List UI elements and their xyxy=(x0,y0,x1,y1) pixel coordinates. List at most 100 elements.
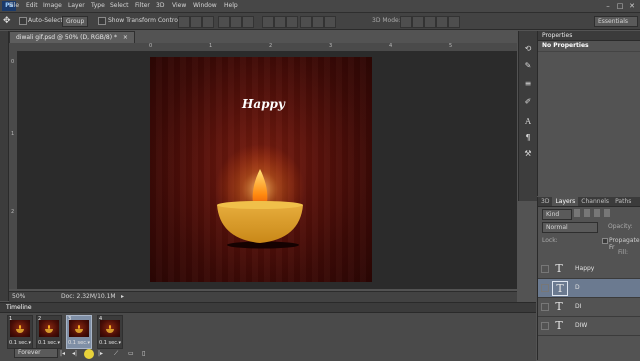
align-left-icon[interactable] xyxy=(218,16,230,28)
distribute-right-icon[interactable] xyxy=(324,16,336,28)
menu-type[interactable]: Type xyxy=(91,0,105,12)
align-bottom-icon[interactable] xyxy=(202,16,214,28)
duplicate-frame-icon[interactable]: ▭ xyxy=(128,350,134,358)
filter-shape-icon[interactable] xyxy=(604,209,610,217)
kind-filter-dropdown[interactable]: Kind xyxy=(542,209,572,220)
workspace-dropdown[interactable]: Essentials xyxy=(594,16,638,27)
menu-window[interactable]: Window xyxy=(193,0,217,12)
filter-pixel-icon[interactable] xyxy=(574,209,580,217)
maximize-icon[interactable]: □ xyxy=(614,0,626,12)
visibility-toggle-icon[interactable] xyxy=(541,303,549,311)
auto-select-dropdown[interactable]: Group xyxy=(62,16,89,27)
filter-adjust-icon[interactable] xyxy=(584,209,590,217)
auto-select-checkbox[interactable] xyxy=(19,17,27,25)
document-tab[interactable]: diwali gif.psd @ 50% (D, RGB/8) * × xyxy=(9,31,135,43)
ruler-tick-label: 0 xyxy=(149,43,153,49)
menu-3d[interactable]: 3D xyxy=(156,0,164,12)
lock-label: Lock: xyxy=(542,237,558,244)
animation-frame[interactable]: 2 0.1 sec.▾ xyxy=(36,315,62,349)
play-icon[interactable] xyxy=(84,349,94,359)
distribute-bottom-icon[interactable] xyxy=(286,16,298,28)
tab-paths[interactable]: Paths xyxy=(612,197,634,206)
3d-pan-icon[interactable] xyxy=(424,16,436,28)
distribute-left-icon[interactable] xyxy=(300,16,312,28)
ruler-tick-label: 5 xyxy=(449,43,453,49)
layer-row[interactable]: T Happy xyxy=(538,260,640,279)
minimize-icon[interactable]: – xyxy=(602,0,614,12)
status-menu-icon[interactable]: ▸ xyxy=(121,292,124,302)
layer-row[interactable]: T DI xyxy=(538,298,640,317)
menu-select[interactable]: Select xyxy=(110,0,129,12)
character-icon[interactable]: A xyxy=(522,117,534,127)
close-icon[interactable]: ✕ xyxy=(626,0,638,12)
document-canvas[interactable]: Happy xyxy=(150,57,372,282)
diya-rim xyxy=(217,201,303,209)
frame-delay-dropdown[interactable]: 0.1 sec.▾ xyxy=(68,340,90,346)
layer-name: DI xyxy=(575,303,582,310)
animation-frame[interactable]: 1 0.1 sec.▾ xyxy=(7,315,33,349)
tools-panel xyxy=(0,31,9,301)
menu-layer[interactable]: Layer xyxy=(68,0,85,12)
clone-icon[interactable]: ✐ xyxy=(522,97,534,107)
doc-info: Doc: 2.32M/10.1M xyxy=(61,293,116,300)
align-center-icon[interactable] xyxy=(230,16,242,28)
frame-thumbnail xyxy=(39,320,59,337)
menu-help[interactable]: Help xyxy=(224,0,238,12)
distribute-middle-icon[interactable] xyxy=(274,16,286,28)
distribute-top-icon[interactable] xyxy=(262,16,274,28)
frame-delay-dropdown[interactable]: 0.1 sec.▾ xyxy=(99,340,121,346)
tween-icon[interactable]: ⟋ xyxy=(114,350,118,358)
adjust-icon[interactable]: ≡ xyxy=(522,79,534,89)
tool-presets-icon[interactable]: ⚒ xyxy=(522,149,534,159)
menu-bar: Ps File Edit Image Layer Type Select Fil… xyxy=(0,0,640,13)
3d-scale-icon[interactable] xyxy=(448,16,460,28)
align-middle-icon[interactable] xyxy=(190,16,202,28)
frame-delay-dropdown[interactable]: 0.1 sec.▾ xyxy=(9,340,31,346)
properties-message: No Properties xyxy=(538,41,640,52)
zoom-level[interactable]: 50% xyxy=(12,292,25,302)
paragraph-icon[interactable]: ¶ xyxy=(522,133,534,143)
visibility-toggle-icon[interactable] xyxy=(541,322,549,330)
menu-view[interactable]: View xyxy=(172,0,186,12)
align-top-icon[interactable] xyxy=(178,16,190,28)
panel-icon-column: ⟲ ✎ ≡ ✐ A ¶ ⚒ xyxy=(518,31,537,201)
animation-frame-selected[interactable]: 3 0.1 sec.▾ xyxy=(66,315,92,349)
ruler-tick-label: 1 xyxy=(11,131,15,137)
layer-name: D xyxy=(575,284,580,291)
3d-roll-icon[interactable] xyxy=(412,16,424,28)
3d-mode-label: 3D Mode: xyxy=(372,17,401,24)
first-frame-icon[interactable]: |◂ xyxy=(60,350,65,358)
close-tab-icon[interactable]: × xyxy=(123,34,128,41)
3d-rotate-icon[interactable] xyxy=(400,16,412,28)
layer-row-selected[interactable]: T D xyxy=(538,279,640,298)
tab-channels[interactable]: Channels xyxy=(578,197,612,206)
move-tool-icon[interactable]: ✥ xyxy=(3,16,13,26)
frame-delay-dropdown[interactable]: 0.1 sec.▾ xyxy=(38,340,60,346)
filter-type-icon[interactable] xyxy=(594,209,600,217)
previous-frame-icon[interactable]: ◂| xyxy=(72,350,77,358)
visibility-toggle-icon[interactable] xyxy=(541,284,549,292)
menu-edit[interactable]: Edit xyxy=(26,0,38,12)
loop-options-dropdown[interactable]: Forever xyxy=(14,348,58,358)
next-frame-icon[interactable]: |▸ xyxy=(98,350,103,358)
visibility-toggle-icon[interactable] xyxy=(541,265,549,273)
tab-layers[interactable]: Layers xyxy=(552,197,579,206)
properties-panel: Properties No Properties xyxy=(537,31,640,196)
align-right-icon[interactable] xyxy=(242,16,254,28)
brush-icon[interactable]: ✎ xyxy=(522,61,534,71)
propagate-checkbox[interactable] xyxy=(602,237,608,244)
layer-row[interactable]: T DIW xyxy=(538,317,640,336)
blend-mode-dropdown[interactable]: Normal xyxy=(542,222,598,233)
distribute-center-icon[interactable] xyxy=(312,16,324,28)
timeline-panel: Timeline 1 0.1 sec.▾ 2 0.1 sec.▾ 3 0.1 s… xyxy=(0,302,536,361)
tab-3d[interactable]: 3D xyxy=(538,197,552,206)
menu-filter[interactable]: Filter xyxy=(135,0,150,12)
history-icon[interactable]: ⟲ xyxy=(522,44,534,54)
animation-frame[interactable]: 4 0.1 sec.▾ xyxy=(97,315,123,349)
type-layer-icon: T xyxy=(552,281,568,296)
menu-image[interactable]: Image xyxy=(43,0,62,12)
3d-slide-icon[interactable] xyxy=(436,16,448,28)
transform-controls-checkbox[interactable] xyxy=(98,17,106,25)
menu-file[interactable]: File xyxy=(9,0,19,12)
delete-frame-icon[interactable]: ▯ xyxy=(142,350,145,358)
